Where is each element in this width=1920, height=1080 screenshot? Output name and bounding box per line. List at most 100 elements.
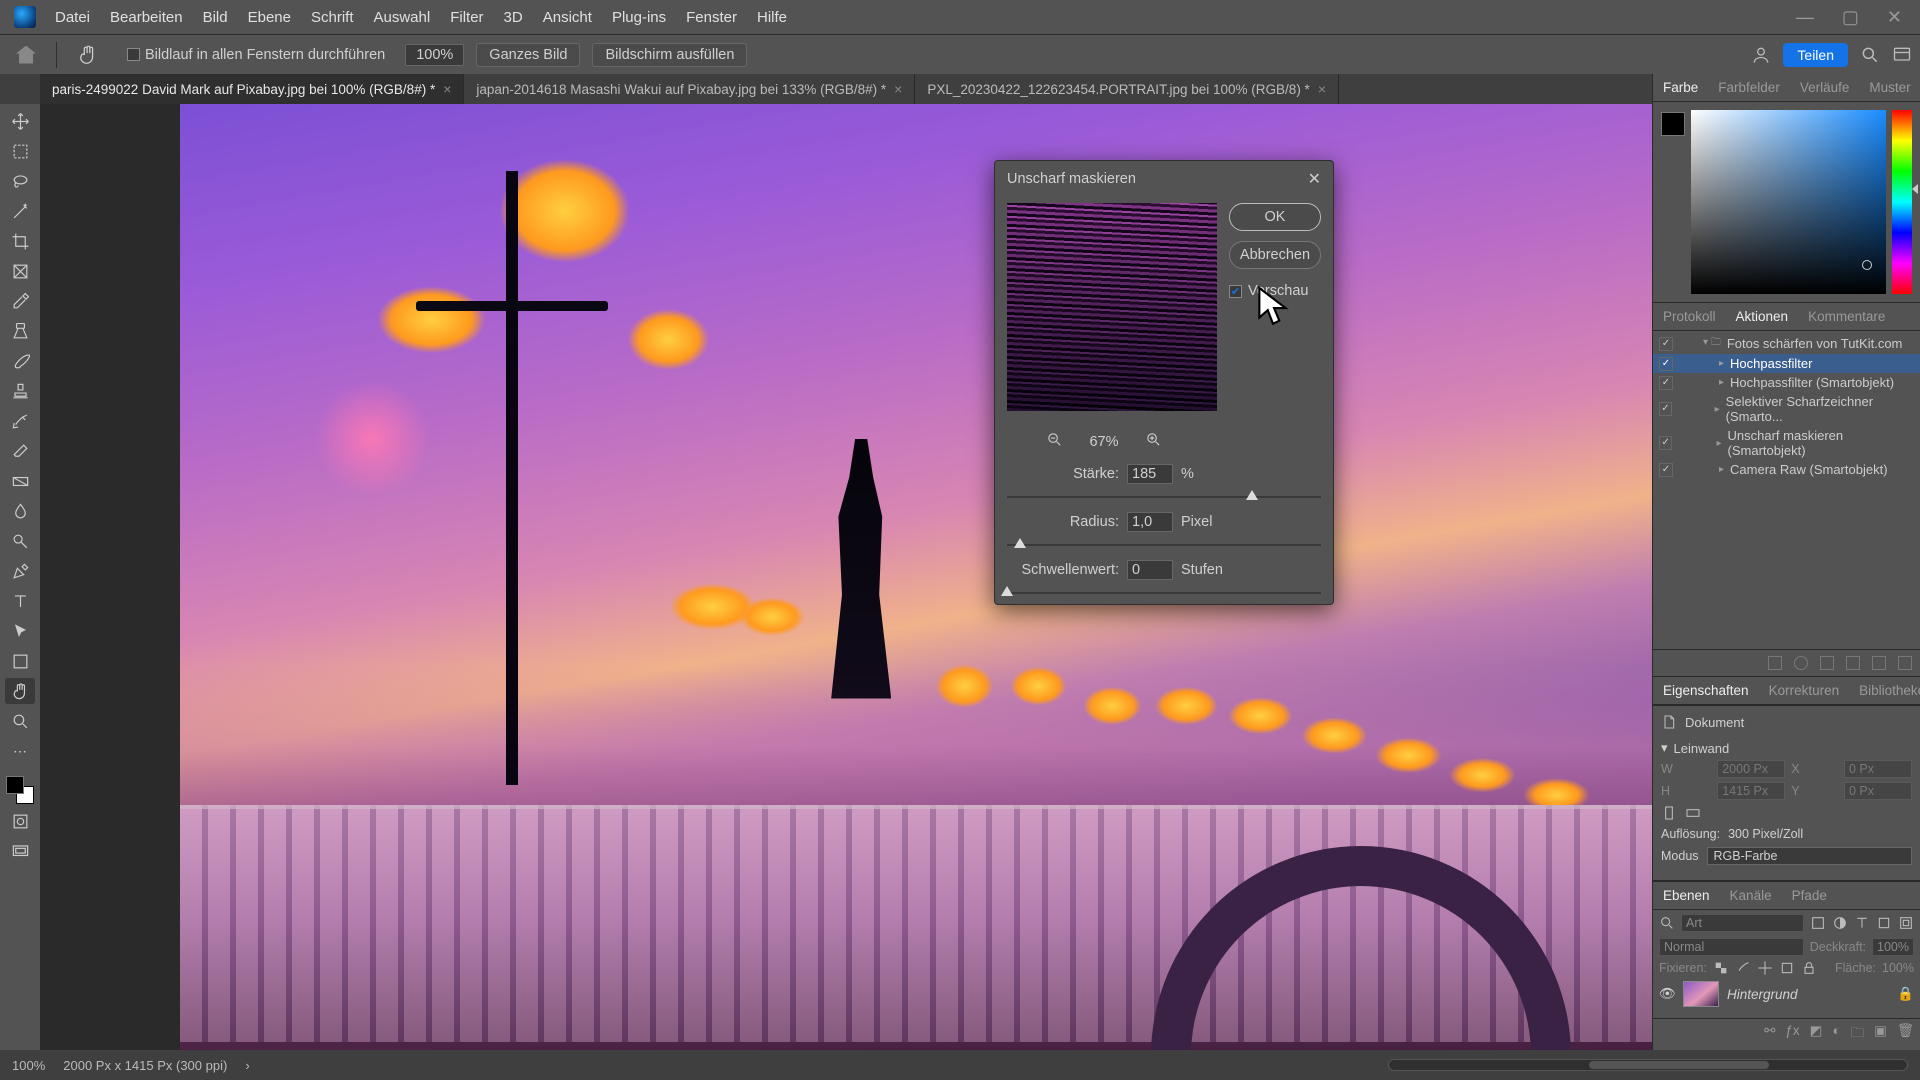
- tab-color[interactable]: Farbe: [1653, 74, 1708, 101]
- visibility-toggle[interactable]: ✓: [1659, 436, 1672, 450]
- edit-toolbar[interactable]: ⋯: [5, 738, 35, 764]
- zoom-out-icon[interactable]: [1046, 431, 1063, 452]
- layer-thumbnail[interactable]: [1683, 981, 1719, 1007]
- menu-view[interactable]: Ansicht: [534, 5, 601, 30]
- lasso-tool[interactable]: [5, 168, 35, 194]
- dialog-preview[interactable]: [1007, 203, 1217, 411]
- link-layers-icon[interactable]: ⚯: [1764, 1023, 1775, 1046]
- filter-shape-icon[interactable]: [1876, 915, 1892, 931]
- eyedropper-tool[interactable]: [5, 288, 35, 314]
- menu-help[interactable]: Hilfe: [748, 5, 796, 30]
- hand-tool[interactable]: [5, 678, 35, 704]
- record-icon[interactable]: [1794, 656, 1808, 670]
- chevron-right-icon[interactable]: ›: [245, 1058, 249, 1073]
- strength-slider[interactable]: [1007, 488, 1321, 506]
- fit-screen-button[interactable]: Bildschirm ausfüllen: [592, 43, 747, 67]
- tab-history[interactable]: Protokoll: [1653, 303, 1726, 330]
- tab-comments[interactable]: Kommentare: [1798, 303, 1895, 330]
- preview-checkbox[interactable]: ✔ Vorschau: [1229, 283, 1321, 299]
- menu-image[interactable]: Bild: [194, 5, 237, 30]
- maximize-icon[interactable]: ▢: [1842, 7, 1859, 28]
- menu-file[interactable]: Datei: [46, 5, 99, 30]
- search-icon[interactable]: [1659, 915, 1675, 931]
- minimize-icon[interactable]: —: [1796, 7, 1814, 28]
- horizontal-scrollbar[interactable]: [1388, 1059, 1908, 1071]
- menu-layer[interactable]: Ebene: [239, 5, 300, 30]
- doc-tab-1[interactable]: japan-2014618 Masashi Wakui auf Pixabay.…: [464, 74, 915, 104]
- ok-button[interactable]: OK: [1229, 203, 1321, 231]
- shape-tool[interactable]: [5, 648, 35, 674]
- dim-h-field[interactable]: 1415 Px: [1717, 782, 1785, 800]
- tab-adjustments[interactable]: Korrekturen: [1759, 677, 1850, 704]
- share-button[interactable]: Teilen: [1783, 43, 1848, 67]
- home-icon[interactable]: [16, 46, 36, 64]
- filter-smart-icon[interactable]: [1898, 915, 1914, 931]
- doc-tab-2[interactable]: PXL_20230422_122623454.PORTRAIT.jpg bei …: [915, 74, 1339, 104]
- dim-x-field[interactable]: 0 Px: [1844, 760, 1912, 778]
- fg-bg-color[interactable]: [6, 776, 34, 804]
- tab-patterns[interactable]: Muster: [1859, 74, 1920, 101]
- menu-select[interactable]: Auswahl: [365, 5, 440, 30]
- lock-artboard-icon[interactable]: [1779, 960, 1795, 976]
- action-row[interactable]: ✓ ▸ Unscharf maskieren (Smartobjekt): [1653, 426, 1920, 460]
- hand-tool-icon[interactable]: [77, 44, 99, 66]
- radius-input[interactable]: 1,0: [1127, 512, 1173, 532]
- crop-tool[interactable]: [5, 228, 35, 254]
- color-swatch[interactable]: [1661, 112, 1685, 136]
- scroll-all-windows-checkbox[interactable]: Bildlauf in allen Fenstern durchführen: [119, 45, 393, 65]
- portrait-icon[interactable]: [1661, 805, 1677, 821]
- adjustment-icon[interactable]: ◐: [1832, 1023, 1840, 1046]
- whole-image-button[interactable]: Ganzes Bild: [476, 43, 580, 67]
- landscape-icon[interactable]: [1685, 805, 1701, 821]
- blur-tool[interactable]: [5, 498, 35, 524]
- filter-type-icon[interactable]: [1854, 915, 1870, 931]
- lock-transparent-icon[interactable]: [1713, 960, 1729, 976]
- chevron-down-icon[interactable]: ▾: [1661, 740, 1668, 756]
- menu-type[interactable]: Schrift: [302, 5, 363, 30]
- visibility-toggle[interactable]: ✓: [1659, 463, 1673, 477]
- layer-name[interactable]: Hintergrund: [1727, 987, 1798, 1002]
- status-zoom[interactable]: 100%: [12, 1058, 45, 1073]
- layer-row[interactable]: 👁 Hintergrund 🔒: [1653, 978, 1920, 1010]
- dialog-titlebar[interactable]: Unscharf maskieren ✕: [995, 161, 1333, 197]
- menu-filter[interactable]: Filter: [441, 5, 492, 30]
- close-icon[interactable]: ✕: [1887, 7, 1902, 28]
- opacity-field[interactable]: 100%: [1872, 938, 1914, 956]
- visibility-toggle[interactable]: ✓: [1659, 376, 1673, 390]
- tab-swatches[interactable]: Farbfelder: [1708, 74, 1790, 101]
- heal-tool[interactable]: [5, 318, 35, 344]
- dim-y-field[interactable]: 0 Px: [1844, 782, 1912, 800]
- hue-slider[interactable]: [1892, 110, 1912, 294]
- fx-icon[interactable]: ƒx: [1785, 1023, 1799, 1046]
- action-row[interactable]: ✓ ▸ Hochpassfilter (Smartobjekt): [1653, 373, 1920, 392]
- visibility-toggle[interactable]: ✓: [1659, 337, 1673, 351]
- history-brush-tool[interactable]: [5, 408, 35, 434]
- eraser-tool[interactable]: [5, 438, 35, 464]
- menu-window[interactable]: Fenster: [677, 5, 746, 30]
- stop-icon[interactable]: [1768, 656, 1782, 670]
- zoom-in-icon[interactable]: [1145, 431, 1162, 452]
- lock-brush-icon[interactable]: [1735, 960, 1751, 976]
- layer-lock-icon[interactable]: 🔒: [1897, 986, 1914, 1002]
- mask-icon[interactable]: ◩: [1810, 1023, 1823, 1046]
- dialog-close-icon[interactable]: ✕: [1308, 169, 1321, 189]
- wand-tool[interactable]: [5, 198, 35, 224]
- new-action-icon[interactable]: [1872, 656, 1886, 670]
- dim-w-field[interactable]: 2000 Px: [1717, 760, 1785, 778]
- stamp-tool[interactable]: [5, 378, 35, 404]
- gradient-tool[interactable]: [5, 468, 35, 494]
- doc-tab-0[interactable]: paris-2499022 David Mark auf Pixabay.jpg…: [40, 74, 464, 104]
- path-select-tool[interactable]: [5, 618, 35, 644]
- action-row[interactable]: ✓ ▸ Selektiver Scharfzeichner (Smarto...: [1653, 392, 1920, 426]
- strength-input[interactable]: 185: [1127, 464, 1173, 484]
- tab-libraries[interactable]: Bibliotheken: [1849, 677, 1920, 704]
- lock-all-icon[interactable]: [1801, 960, 1817, 976]
- color-picker[interactable]: [1653, 102, 1920, 302]
- fg-color-swatch[interactable]: [6, 776, 24, 794]
- user-icon[interactable]: [1751, 45, 1771, 65]
- fill-field[interactable]: 100%: [1882, 961, 1914, 975]
- close-tab-icon[interactable]: ×: [894, 81, 902, 97]
- quickmask-tool[interactable]: [5, 808, 35, 834]
- visibility-toggle[interactable]: ✓: [1659, 402, 1672, 416]
- dodge-tool[interactable]: [5, 528, 35, 554]
